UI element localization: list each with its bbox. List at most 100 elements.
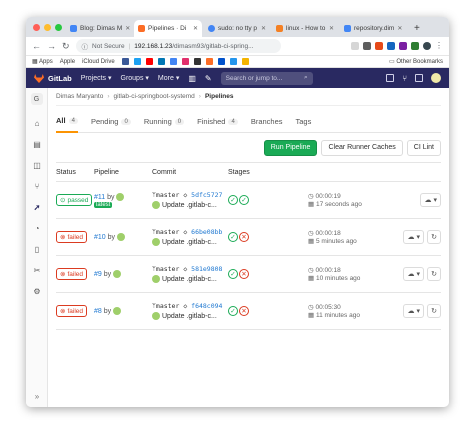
reload-icon[interactable]: ↻ (62, 41, 70, 52)
commit-sha-link[interactable]: f648c094 (191, 302, 222, 310)
user-avatar[interactable] (113, 307, 122, 315)
snippets-icon[interactable]: ✂ (26, 260, 48, 281)
close-window-button[interactable] (33, 24, 40, 31)
stage-passed-icon[interactable]: ✓ (239, 195, 249, 205)
home-icon[interactable]: ⌂ (26, 113, 48, 134)
commit-message-link[interactable]: Update .gitlab-c... (162, 202, 217, 209)
maximize-window-button[interactable] (55, 24, 62, 31)
drive-icon[interactable] (241, 58, 249, 65)
stage-failed-icon[interactable]: ✕ (239, 269, 249, 279)
instagram-icon[interactable] (181, 58, 189, 65)
stage-passed-icon[interactable]: ✓ (228, 232, 238, 242)
tab-tags[interactable]: Tags (296, 111, 312, 133)
author-avatar[interactable] (152, 201, 160, 209)
stage-passed-icon[interactable]: ✓ (228, 195, 238, 205)
activity-chart-icon[interactable]: ▥ (188, 74, 196, 83)
search-input[interactable]: Search or jump to... ⌕ (220, 71, 313, 85)
gitlab-icon[interactable] (205, 58, 213, 65)
tab-branches[interactable]: Branches (251, 111, 283, 133)
project-avatar[interactable]: G (30, 93, 43, 105)
tab-running[interactable]: Running 0 (144, 111, 185, 133)
branch-link[interactable]: master (156, 191, 179, 199)
tab-all[interactable]: All 4 (56, 111, 78, 133)
extension-icon[interactable] (375, 42, 383, 50)
todos-icon[interactable] (415, 74, 423, 82)
commit-message-link[interactable]: Update .gitlab-c... (162, 276, 217, 283)
bookmark-apps[interactable]: ▦ Apps (32, 58, 53, 65)
bitbucket-icon[interactable] (217, 58, 225, 65)
commit-message-link[interactable]: Update .gitlab-c... (162, 239, 217, 246)
close-tab-icon[interactable]: ✕ (329, 25, 334, 32)
browser-tab-linux[interactable]: linux - How to ✕ (272, 20, 338, 37)
facebook-icon[interactable] (121, 58, 129, 65)
stage-failed-icon[interactable]: ✕ (239, 232, 249, 242)
merge-request-icon[interactable]: ⑂ (26, 176, 48, 197)
artifacts-dropdown[interactable]: ☁ ▾ (420, 193, 441, 207)
issues-icon[interactable] (386, 74, 395, 82)
artifacts-dropdown[interactable]: ☁ ▾ (403, 304, 424, 318)
linkedin-icon[interactable] (157, 58, 165, 65)
clear-runner-caches-button[interactable]: Clear Runner Caches (321, 139, 403, 156)
run-pipeline-button[interactable]: Run Pipeline (263, 139, 318, 156)
projects-menu[interactable]: Projects ▾ (81, 74, 112, 82)
extension-icon[interactable] (387, 42, 395, 50)
browser-tab-repository[interactable]: repository.dim ✕ (340, 20, 406, 37)
close-tab-icon[interactable]: ✕ (397, 25, 402, 32)
status-badge[interactable]: ⊗ failed (56, 231, 87, 243)
status-badge[interactable]: ⊗ failed (56, 305, 87, 317)
ci-lint-button[interactable]: CI Lint (406, 139, 441, 156)
pipeline-id-link[interactable]: #10 (94, 234, 106, 241)
pipeline-id-link[interactable]: #9 (94, 271, 102, 278)
github-icon[interactable] (193, 58, 201, 65)
branch-link[interactable]: master (156, 265, 179, 273)
retry-button[interactable]: ↻ (427, 267, 441, 281)
tab-pending[interactable]: Pending 0 (91, 111, 131, 133)
extension-icon[interactable] (351, 42, 359, 50)
collapse-sidebar-icon[interactable]: » (26, 392, 48, 401)
breadcrumb-project[interactable]: gitlab-ci-springboot-systemd (114, 93, 195, 100)
close-tab-icon[interactable]: ✕ (261, 25, 266, 32)
extension-icon[interactable] (363, 42, 371, 50)
artifacts-dropdown[interactable]: ☁ ▾ (403, 267, 424, 281)
bookmark-apple[interactable]: Apple (60, 59, 75, 65)
commit-sha-link[interactable]: 581e9808 (191, 265, 222, 273)
browser-tab-blog[interactable]: Blog: Dimas M ✕ (66, 20, 132, 37)
wiki-icon[interactable]: ▯ (26, 239, 48, 260)
rocket-icon[interactable]: ➚ (26, 197, 48, 218)
pipeline-id-link[interactable]: #8 (94, 308, 102, 315)
author-avatar[interactable] (152, 238, 160, 246)
commit-sha-link[interactable]: 5dfc5727 (191, 191, 222, 199)
stage-failed-icon[interactable]: ✕ (239, 306, 249, 316)
browser-tab-sudo[interactable]: sudo: no tty p ✕ (204, 20, 270, 37)
user-avatar[interactable] (117, 233, 125, 241)
youtube-icon[interactable] (145, 58, 153, 65)
user-avatar[interactable] (116, 192, 125, 201)
retry-button[interactable]: ↻ (427, 230, 441, 244)
other-bookmarks[interactable]: ▭ Other Bookmarks (389, 58, 443, 65)
groups-menu[interactable]: Groups ▾ (121, 74, 149, 82)
status-badge[interactable]: ⊙ passed (56, 194, 93, 206)
twitter-icon[interactable] (133, 58, 141, 65)
commit-message-link[interactable]: Update .gitlab-c... (162, 313, 217, 320)
close-tab-icon[interactable]: ✕ (193, 25, 198, 32)
menu-dots-icon[interactable]: ⋮ (435, 42, 443, 50)
bookmark-icloud[interactable]: iCloud Drive (82, 59, 115, 65)
profile-avatar[interactable] (423, 42, 431, 50)
branch-link[interactable]: master (156, 302, 179, 310)
merge-request-icon[interactable]: ⑂ (402, 74, 407, 83)
forward-arrow-icon[interactable]: → (47, 41, 56, 51)
tab-finished[interactable]: Finished 4 (197, 111, 238, 133)
url-field[interactable]: ⓘ Not Secure | 192.168.1.23/dimasm93/git… (75, 39, 281, 53)
breadcrumb-current[interactable]: Pipelines (205, 93, 234, 100)
stage-passed-icon[interactable]: ✓ (228, 306, 238, 316)
minimize-window-button[interactable] (44, 24, 51, 31)
branch-link[interactable]: master (156, 228, 179, 236)
operations-icon[interactable]: ◔ (26, 218, 48, 239)
pipeline-id-link[interactable]: #11 (94, 193, 105, 200)
close-tab-icon[interactable]: ✕ (125, 25, 130, 32)
gitlab-logo[interactable]: GitLab (34, 73, 72, 83)
author-avatar[interactable] (152, 275, 160, 283)
commit-sha-link[interactable]: 66be08bb (191, 228, 222, 236)
repository-icon[interactable]: ▤ (26, 134, 48, 155)
new-tab-button[interactable]: + (410, 20, 426, 37)
